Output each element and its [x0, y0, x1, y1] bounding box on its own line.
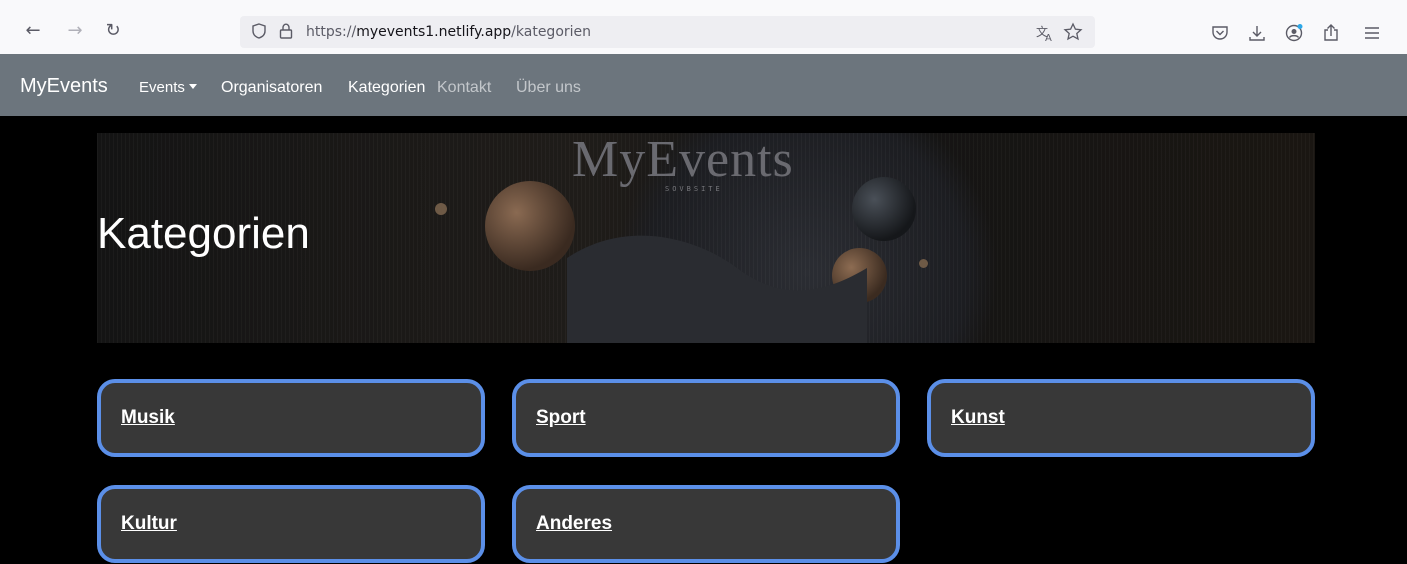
- browser-toolbar: ← → ↻ https://myevents1.netlify.app/kate…: [0, 0, 1407, 54]
- forward-icon[interactable]: →: [62, 18, 88, 44]
- caret-down-icon: [188, 83, 197, 89]
- url-host: myevents1.netlify.app: [356, 24, 512, 40]
- url-text: https://myevents1.netlify.app/kategorien: [306, 24, 591, 40]
- brand-logo[interactable]: MyEvents: [20, 75, 108, 98]
- tracking-shield-icon[interactable]: [252, 23, 266, 39]
- decorative-sphere: [485, 181, 575, 271]
- translate-icon[interactable]: 文 A: [1035, 23, 1055, 43]
- nav-events-dropdown[interactable]: Events: [139, 79, 197, 97]
- category-link-kultur[interactable]: Kultur: [121, 513, 177, 535]
- download-icon[interactable]: [1247, 23, 1267, 43]
- hero-logo-text: MyEvents: [572, 133, 794, 188]
- lock-icon[interactable]: [279, 23, 293, 39]
- page-title: Kategorien: [97, 209, 310, 258]
- nav-kategorien[interactable]: Kategorien: [348, 79, 425, 97]
- nav-kontakt[interactable]: Kontakt: [437, 79, 491, 97]
- menu-icon[interactable]: [1362, 23, 1382, 43]
- decorative-sphere: [919, 259, 928, 268]
- category-link-musik[interactable]: Musik: [121, 407, 175, 429]
- site-navbar: MyEvents Events Organisatoren Kategorien…: [0, 54, 1407, 116]
- category-card-sport[interactable]: Sport: [512, 379, 900, 457]
- decorative-wave: [567, 235, 867, 343]
- category-card-anderes[interactable]: Anderes: [512, 485, 900, 563]
- url-scheme: https://: [306, 24, 357, 40]
- share-icon[interactable]: [1321, 23, 1341, 43]
- decorative-sphere: [435, 203, 447, 215]
- category-card-kunst[interactable]: Kunst: [927, 379, 1315, 457]
- svg-text:A: A: [1045, 33, 1052, 43]
- url-bar[interactable]: https://myevents1.netlify.app/kategorien…: [240, 16, 1095, 48]
- hero-logo-subtext: SOVBSITE: [665, 185, 723, 193]
- url-path: /kategorien: [511, 24, 592, 40]
- back-icon[interactable]: ←: [20, 18, 46, 44]
- bookmark-star-icon[interactable]: [1063, 22, 1083, 42]
- category-link-anderes[interactable]: Anderes: [536, 513, 612, 535]
- reload-icon[interactable]: ↻: [100, 18, 126, 44]
- category-link-sport[interactable]: Sport: [536, 407, 586, 429]
- hero-banner: MyEvents SOVBSITE Kategorien: [97, 133, 1315, 343]
- nav-events-label: Events: [139, 79, 185, 96]
- pocket-icon[interactable]: [1210, 23, 1230, 43]
- category-card-kultur[interactable]: Kultur: [97, 485, 485, 563]
- account-icon[interactable]: [1284, 23, 1304, 43]
- nav-organisatoren[interactable]: Organisatoren: [221, 79, 322, 97]
- category-link-kunst[interactable]: Kunst: [951, 407, 1005, 429]
- category-card-musik[interactable]: Musik: [97, 379, 485, 457]
- nav-ueber-uns[interactable]: Über uns: [516, 79, 581, 97]
